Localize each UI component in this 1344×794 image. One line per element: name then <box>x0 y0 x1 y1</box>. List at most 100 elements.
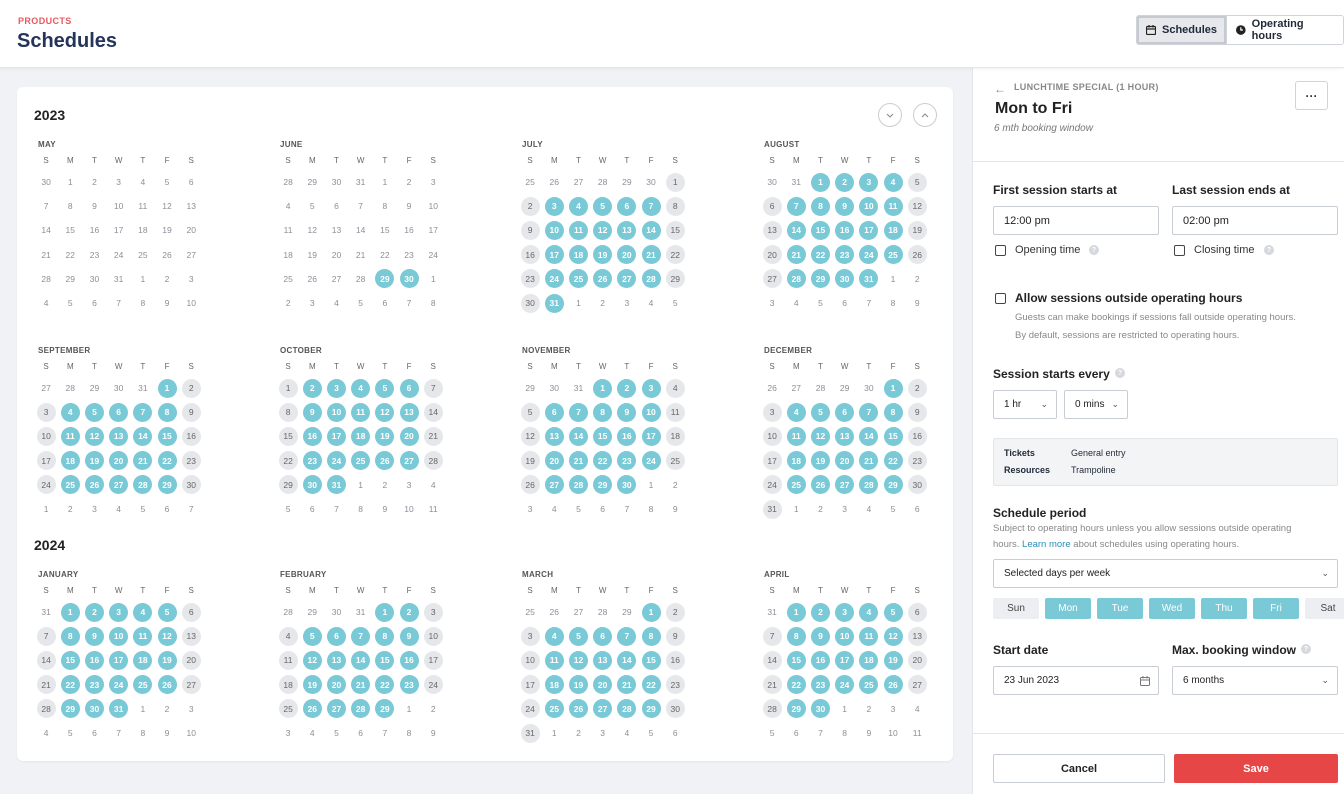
calendar-day: 2 <box>82 170 106 194</box>
calendar-day-in-window: 9 <box>905 400 929 424</box>
session-hours-select[interactable]: 1 hr ⌄ <box>993 390 1057 419</box>
day-number: 4 <box>665 378 685 398</box>
help-icon[interactable]: ? <box>1301 644 1311 654</box>
calendar-day-in-window: 13 <box>905 624 929 648</box>
day-toggle-wed[interactable]: Wed <box>1149 598 1195 619</box>
week-row: 11 12 13 14 15 16 17 <box>276 648 476 672</box>
week-row: 23 24 25 26 27 28 29 <box>518 267 718 291</box>
calendar-day-in-window: 10 <box>34 424 58 448</box>
calendar-day: 19 <box>300 243 324 267</box>
day-number: 2 <box>430 703 436 714</box>
day-number: 1 <box>665 172 685 192</box>
day-number: 8 <box>382 201 388 212</box>
day-number: 4 <box>43 298 49 309</box>
day-number: 3 <box>188 703 194 714</box>
help-icon[interactable]: ? <box>1115 368 1125 378</box>
calendar-day-scheduled: 2 <box>300 376 324 400</box>
day-number: 24 <box>428 249 438 260</box>
week-row: 29 30 31 1 2 3 4 <box>518 376 718 400</box>
month-name: NOVEMBER <box>522 346 571 355</box>
last-session-time-input[interactable]: 02:00 pm <box>1172 206 1338 235</box>
day-number: 13 <box>762 220 782 240</box>
tab-schedules-label: Schedules <box>1162 24 1218 36</box>
calendar-day-scheduled: 18 <box>131 648 155 672</box>
day-number: 28 <box>41 273 51 284</box>
save-button[interactable]: Save <box>1174 754 1338 783</box>
calendar-day-scheduled: 13 <box>615 218 639 242</box>
opening-time-checkbox[interactable] <box>995 245 1006 256</box>
day-number: 11 <box>60 426 80 446</box>
week-row: 17 18 19 20 21 22 23 <box>34 449 234 473</box>
calendar-day-in-window: 3 <box>421 600 445 624</box>
start-date-input[interactable]: 23 Jun 2023 <box>993 666 1159 695</box>
help-icon[interactable]: ? <box>1264 245 1274 255</box>
help-icon[interactable]: ? <box>1089 245 1099 255</box>
calendar-day-scheduled: 23 <box>300 449 324 473</box>
closing-time-checkbox[interactable] <box>1174 245 1185 256</box>
calendar-day-scheduled: 21 <box>857 449 881 473</box>
day-number: 1 <box>375 602 395 622</box>
day-toggle-thu[interactable]: Thu <box>1201 598 1247 619</box>
cancel-button[interactable]: Cancel <box>993 754 1165 783</box>
weekday-label: T <box>334 156 339 165</box>
calendar-day-scheduled: 16 <box>82 648 106 672</box>
back-arrow-icon[interactable]: ← <box>994 82 1006 96</box>
scroll-down-button[interactable] <box>878 103 902 127</box>
day-toggle-sat[interactable]: Sat <box>1305 598 1344 619</box>
learn-more-link[interactable]: Learn more <box>1022 539 1071 550</box>
calendar-day: 13 <box>179 194 203 218</box>
calendar-day-scheduled: 11 <box>881 194 905 218</box>
week-row: 25 26 27 28 29 30 1 <box>518 170 718 194</box>
calendar-day-scheduled: 13 <box>397 400 421 424</box>
tab-schedules[interactable]: Schedules <box>1137 16 1227 44</box>
day-number: 27 <box>181 675 201 695</box>
tab-operating-hours[interactable]: Operating hours <box>1226 16 1343 44</box>
week-row: 19 20 21 22 23 24 25 <box>518 449 718 473</box>
day-number: 2 <box>907 378 927 398</box>
allow-outside-hours-checkbox[interactable] <box>995 293 1006 304</box>
day-toggle-fri[interactable]: Fri <box>1253 598 1299 619</box>
calendar-day-scheduled: 1 <box>639 600 663 624</box>
calendar-day-outside-month: 1 <box>881 267 905 291</box>
calendar-day-scheduled: 29 <box>58 697 82 721</box>
day-number: 2 <box>600 298 606 309</box>
scroll-up-button[interactable] <box>913 103 937 127</box>
first-session-time-input[interactable]: 12:00 pm <box>993 206 1159 235</box>
week-row: 12 13 14 15 16 17 18 <box>518 424 718 448</box>
day-number: 10 <box>762 426 782 446</box>
day-number: 21 <box>41 249 51 260</box>
day-number: 8 <box>430 298 436 309</box>
day-toggle-tue[interactable]: Tue <box>1097 598 1143 619</box>
calendar-day-scheduled: 8 <box>784 624 808 648</box>
day-number: 20 <box>544 451 564 471</box>
week-row: 3456789 <box>518 624 718 648</box>
calendar-day-scheduled: 3 <box>324 376 348 400</box>
day-number: 26 <box>307 273 318 284</box>
day-number: 26 <box>767 383 777 394</box>
calendar-day-outside-month: 9 <box>155 721 179 745</box>
calendar-day-scheduled: 23 <box>397 673 421 697</box>
calendar-day-scheduled: 28 <box>566 473 590 497</box>
calendar-day-scheduled: 2 <box>833 170 857 194</box>
day-toggle-mon[interactable]: Mon <box>1045 598 1091 619</box>
month-name: MARCH <box>522 570 554 579</box>
day-number: 27 <box>186 249 196 260</box>
day-number: 13 <box>544 426 564 446</box>
calendar-day-outside-month: 3 <box>397 473 421 497</box>
max-window-select[interactable]: 6 months ⌄ <box>1172 666 1338 695</box>
more-options-button[interactable]: ··· <box>1295 81 1328 110</box>
session-mins-select[interactable]: 0 mins ⌄ <box>1064 390 1128 419</box>
weekday-label: S <box>285 586 291 595</box>
calendar-day-scheduled: 11 <box>58 424 82 448</box>
day-number: 13 <box>326 650 346 670</box>
calendar-day-scheduled: 9 <box>300 400 324 424</box>
day-toggle-sun[interactable]: Sun <box>993 598 1039 619</box>
day-number: 23 <box>84 675 104 695</box>
first-session-label: First session starts at <box>993 183 1118 197</box>
day-number: 14 <box>41 225 51 236</box>
day-number: 31 <box>355 607 366 618</box>
calendar-day-scheduled: 30 <box>397 267 421 291</box>
schedule-period-select[interactable]: Selected days per week ⌄ <box>993 559 1338 588</box>
day-number: 15 <box>786 650 806 670</box>
calendar-day: 9 <box>82 194 106 218</box>
